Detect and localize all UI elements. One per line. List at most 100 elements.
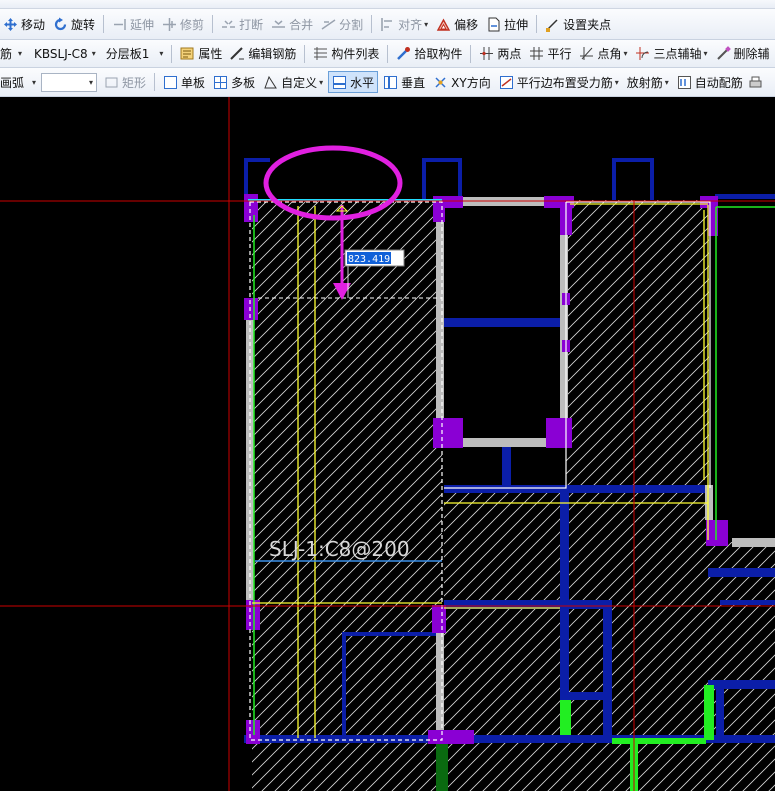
empty-combo[interactable]: ▾ xyxy=(41,72,98,92)
properties-icon xyxy=(180,46,195,61)
radial-button[interactable]: 放射筋 ▾ xyxy=(624,71,672,93)
cad-canvas[interactable]: 823.419 SLJ-1:C8@200 xyxy=(0,97,775,791)
custom-shape-icon xyxy=(263,75,278,90)
custom-button[interactable]: 自定义 ▾ xyxy=(260,71,326,93)
axis-two-points-icon xyxy=(479,46,494,61)
toolbar-top-cutoff xyxy=(0,0,775,9)
trim-button[interactable]: 修剪 xyxy=(159,13,207,35)
slab-hatch xyxy=(252,200,775,791)
offset-button[interactable]: 偏移 xyxy=(433,13,481,35)
rectangle-button[interactable]: 矩形 xyxy=(101,71,149,93)
two-points-button[interactable]: 两点 xyxy=(476,43,524,65)
chevron-down-icon: ▾ xyxy=(703,49,708,58)
separator xyxy=(470,44,472,63)
extend-button[interactable]: 延伸 xyxy=(109,13,157,35)
axis-angle-icon xyxy=(579,46,594,61)
multi-slab-button[interactable]: 多板 xyxy=(210,71,258,93)
chevron-down-icon: ▾ xyxy=(664,77,669,87)
rebar-label: SLJ-1:C8@200 xyxy=(269,537,410,561)
category-combo-value: 筋 xyxy=(0,47,13,61)
extend-icon xyxy=(112,17,127,32)
edit-rebar-button[interactable]: 编辑钢筋 xyxy=(227,43,299,65)
eraser-icon xyxy=(716,46,731,61)
chevron-down-icon: ▾ xyxy=(159,49,164,58)
two-points-label: 两点 xyxy=(497,47,522,61)
parallel-label: 平行 xyxy=(547,47,572,61)
merge-button[interactable]: 合并 xyxy=(268,13,316,35)
radial-label: 放射筋 xyxy=(626,75,663,90)
auto-rebar-button[interactable]: 自动配筋 xyxy=(674,71,746,93)
separator xyxy=(387,44,389,63)
axis-three-point-icon xyxy=(635,46,650,61)
layer-combo-value: 分层板1 xyxy=(105,47,150,61)
dimension-value: 823.419 xyxy=(348,254,390,265)
break-icon xyxy=(221,17,236,32)
horizontal-rebar-icon xyxy=(332,75,347,90)
move-label: 移动 xyxy=(21,17,46,32)
vertical-rebar-icon xyxy=(383,75,398,90)
separator xyxy=(304,44,306,63)
single-slab-icon xyxy=(163,75,178,90)
xy-direction-button[interactable]: XY方向 xyxy=(430,71,494,93)
parallel-button[interactable]: 平行 xyxy=(526,43,574,65)
multi-slab-icon xyxy=(213,75,228,90)
split-icon xyxy=(321,17,336,32)
component-combo-value: KBSLJ-C8 xyxy=(34,46,88,61)
category-combo[interactable]: 筋 ▾ xyxy=(0,43,25,65)
properties-label: 属性 xyxy=(198,47,223,61)
chevron-down-icon: ▾ xyxy=(424,19,429,29)
parallel-edge-label: 平行边布置受力筋 xyxy=(516,75,613,90)
component-combo[interactable]: KBSLJ-C8 ▾ xyxy=(31,43,99,65)
extend-label: 延伸 xyxy=(130,17,155,32)
properties-button[interactable]: 属性 xyxy=(177,43,225,65)
arc-button[interactable]: 画弧 ▾ xyxy=(0,71,39,93)
rotate-icon xyxy=(53,17,68,32)
single-slab-label: 单板 xyxy=(181,75,206,90)
trim-icon xyxy=(162,17,177,32)
printer-icon[interactable] xyxy=(748,75,763,90)
arc-label: 画弧 xyxy=(0,75,25,90)
stretch-button[interactable]: 拉伸 xyxy=(483,13,531,35)
list-icon xyxy=(313,46,328,61)
separator xyxy=(212,15,214,33)
break-button[interactable]: 打断 xyxy=(218,13,266,35)
eyedropper-icon xyxy=(396,46,411,61)
separator xyxy=(171,44,173,63)
horizontal-label: 水平 xyxy=(350,75,375,90)
move-button[interactable]: 移动 xyxy=(0,13,48,35)
modify-toolbar: 移动 旋转 延伸 修剪 打断 合并 分割 对齐 ▾ 偏移 拉伸 设置夹点 xyxy=(0,9,775,40)
align-icon xyxy=(380,17,395,32)
xy-direction-label: XY方向 xyxy=(451,75,491,90)
align-button[interactable]: 对齐 ▾ xyxy=(377,13,431,35)
delete-aux-label: 删除辅 xyxy=(733,47,770,61)
vertical-button[interactable]: 垂直 xyxy=(380,71,428,93)
separator xyxy=(536,15,538,33)
component-list-button[interactable]: 构件列表 xyxy=(310,43,382,65)
separator xyxy=(103,15,105,33)
axis-parallel-icon xyxy=(529,46,544,61)
horizontal-button[interactable]: 水平 xyxy=(328,71,379,93)
parallel-edge-icon xyxy=(499,75,514,90)
rotate-label: 旋转 xyxy=(71,17,96,32)
offset-icon xyxy=(436,17,451,32)
parallel-edge-button[interactable]: 平行边布置受力筋 ▾ xyxy=(496,71,622,93)
auto-rebar-label: 自动配筋 xyxy=(694,75,743,90)
set-grip-button[interactable]: 设置夹点 xyxy=(542,13,614,35)
three-point-axis-button[interactable]: 三点辅轴 ▾ xyxy=(632,43,710,65)
point-angle-label: 点角 xyxy=(597,47,622,61)
three-point-axis-label: 三点辅轴 xyxy=(653,47,702,61)
move-icon xyxy=(3,17,18,32)
rectangle-label: 矩形 xyxy=(122,75,147,90)
single-slab-button[interactable]: 单板 xyxy=(160,71,208,93)
split-button[interactable]: 分割 xyxy=(318,13,366,35)
point-angle-button[interactable]: 点角 ▾ xyxy=(576,43,630,65)
merge-icon xyxy=(271,17,286,32)
pick-component-button[interactable]: 拾取构件 xyxy=(393,43,465,65)
trim-label: 修剪 xyxy=(180,17,205,32)
layer-combo[interactable]: 分层板1 ▾ xyxy=(103,43,167,65)
custom-label: 自定义 xyxy=(281,75,318,90)
align-label: 对齐 xyxy=(398,17,423,32)
delete-aux-button[interactable]: 删除辅 xyxy=(713,43,773,65)
split-label: 分割 xyxy=(339,17,364,32)
rotate-button[interactable]: 旋转 xyxy=(50,13,98,35)
